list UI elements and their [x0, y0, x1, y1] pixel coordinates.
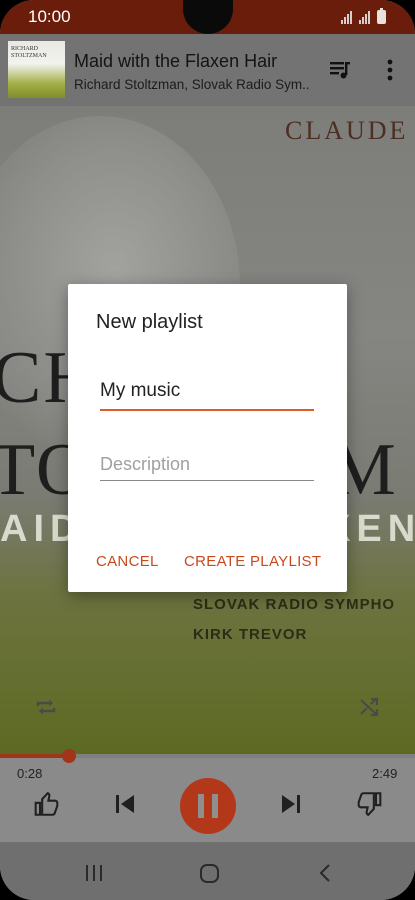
back-icon[interactable]	[318, 863, 332, 883]
cell-signal-icon	[359, 10, 370, 24]
queue-music-icon[interactable]	[328, 58, 352, 82]
track-title: Maid with the Flaxen Hair	[74, 51, 278, 71]
playlist-name-input[interactable]	[100, 380, 314, 402]
album-thumbnail: RICHARD STOLTZMAN	[8, 41, 65, 98]
skip-previous-icon[interactable]	[114, 793, 136, 815]
current-time: 0:28	[17, 766, 43, 781]
skip-next-icon[interactable]	[280, 793, 302, 815]
seek-bar[interactable]	[0, 749, 415, 763]
status-bar: 10:00	[0, 0, 415, 34]
wifi-signal-icon	[341, 10, 352, 24]
recents-icon[interactable]	[84, 864, 104, 882]
home-icon[interactable]	[199, 863, 220, 884]
description-field-underline	[100, 480, 314, 481]
album-art-text-top: CLAUDE	[285, 116, 409, 145]
shuffle-icon[interactable]	[357, 695, 381, 719]
create-playlist-button[interactable]: CREATE PLAYLIST	[180, 549, 325, 574]
name-field-underline	[100, 409, 314, 411]
new-playlist-dialog: New playlist CANCEL CREATE PLAYLIST	[68, 284, 347, 592]
playlist-name-field[interactable]	[100, 380, 314, 412]
battery-icon	[377, 8, 386, 24]
now-playing-header[interactable]: RICHARD STOLTZMAN Maid with the Flaxen H…	[0, 34, 415, 106]
more-vert-icon[interactable]	[380, 58, 400, 82]
dialog-title: New playlist	[96, 311, 203, 333]
total-time: 2:49	[372, 766, 398, 781]
cancel-button[interactable]: CANCEL	[92, 549, 163, 574]
track-artist: Richard Stoltzman, Slovak Radio Sym..	[74, 77, 310, 92]
thumb-down-icon[interactable]	[356, 790, 383, 816]
album-art-conductor: KIRK TREVOR	[193, 626, 308, 643]
thumb-up-icon[interactable]	[33, 792, 60, 818]
album-art-orchestra: SLOVAK RADIO SYMPHO	[193, 596, 396, 613]
description-input[interactable]	[100, 454, 314, 475]
camera-notch	[183, 0, 233, 34]
seek-bar-fill	[0, 754, 69, 758]
pause-button[interactable]	[180, 778, 236, 834]
system-nav-bar	[0, 842, 415, 900]
description-field[interactable]	[100, 454, 314, 482]
status-time: 10:00	[28, 7, 71, 26]
pause-icon	[198, 794, 204, 818]
phone-screen: 10:00 RICHARD STOLTZMAN Maid with the Fl…	[0, 0, 415, 900]
seek-bar-thumb[interactable]	[61, 749, 76, 763]
repeat-icon[interactable]	[34, 695, 58, 719]
